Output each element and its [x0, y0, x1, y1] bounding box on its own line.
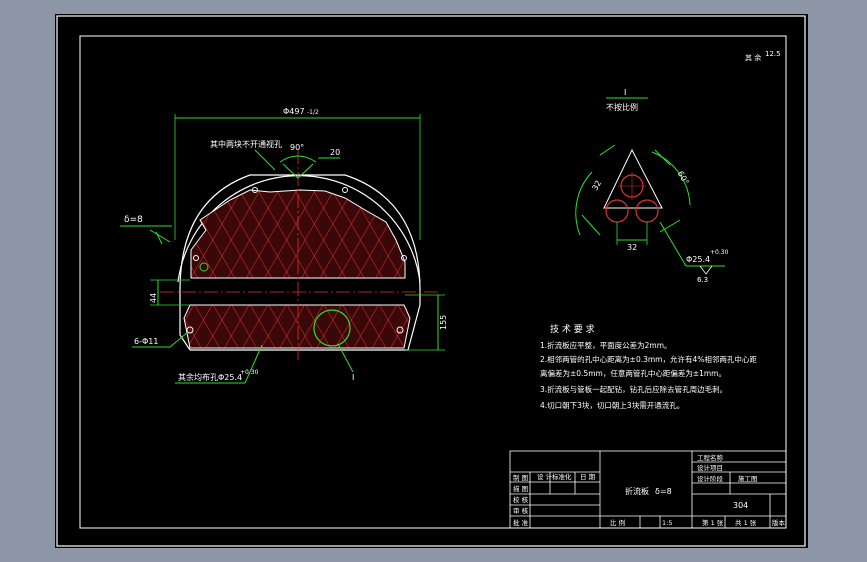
tb-label-miaotu: 描 图 — [513, 484, 528, 493]
req-3: 离偏差为±0.5mm，任意两管孔中心距偏差为±1mm。 — [540, 368, 726, 378]
requirements-title: 技 术 要 求 — [550, 323, 595, 335]
req-5: 4.切口朝下3块，切口朝上3块需开通流孔。 — [540, 400, 684, 410]
dim-20: 20 — [330, 148, 340, 157]
tb-r3b: 施工图 — [738, 474, 758, 483]
tb-biaozhun: 标准化 — [552, 472, 572, 481]
delta-label: δ=8 — [124, 215, 143, 225]
tb-r1: 工程名称 — [697, 453, 724, 462]
tb-scale-label: 比 例 — [610, 518, 625, 527]
tube-hole-label: 其余均布孔Φ25.4 — [178, 372, 242, 382]
cad-viewer: 其 余 12.5 I Φ497 -1/2 其中两块不开通视孔 90° 20 δ=… — [0, 0, 867, 562]
req-4: 3.折流板与管板一起配钻，钻孔后应除去管孔周边毛刺。 — [540, 384, 727, 394]
tb-r2: 设计项目 — [697, 463, 723, 472]
tb-riqi: 日 期 — [580, 473, 596, 481]
hole-small-label: 6-Φ11 — [134, 337, 158, 346]
main-width-suffix: -1/2 — [307, 109, 319, 116]
tb-label-zhitu: 制 图 — [513, 473, 528, 482]
req-2: 2.相邻两管的孔中心距离为±0.3mm，允许有4%相邻两孔中心距 — [540, 354, 757, 364]
corner-mark: 其 余 — [745, 53, 761, 62]
detail-hole: Φ25.4 — [686, 255, 710, 264]
detail-hole-rough: 6.3 — [697, 276, 708, 284]
req-1: 1.折流板应平整，平面度公差为2mm。 — [540, 340, 672, 350]
tb-jiaohe: 校 核 — [513, 495, 529, 504]
tb-r3: 设计阶段 — [697, 474, 724, 483]
dim-155: 155 — [439, 315, 448, 330]
tb-scale-value: 1:5 — [662, 519, 672, 527]
tb-sheet-total: 共 1 张 — [735, 518, 757, 527]
detail-label: I — [624, 88, 626, 97]
tb-part-delta: δ=8 — [655, 487, 672, 496]
angle-top: 90° — [290, 143, 304, 152]
tb-rev: 版本 — [772, 518, 786, 527]
detail-scale: 不按比例 — [606, 102, 638, 112]
tb-pizhun: 批 准 — [513, 518, 529, 527]
sheet-background — [55, 14, 808, 548]
main-width-dim: Φ497 — [283, 107, 305, 116]
tb-sheji: 设 计 — [537, 472, 553, 481]
tb-material: 304 — [733, 501, 748, 510]
tb-shenhe: 审 核 — [513, 506, 529, 515]
detail-dim-32b: 32 — [627, 243, 637, 252]
note-no-hole: 其中两块不开通视孔 — [210, 139, 282, 149]
dim-44: 44 — [149, 293, 158, 303]
leader-1: I — [352, 373, 354, 382]
tb-part-name: 折流板 — [625, 486, 649, 496]
corner-roughness: 12.5 — [765, 50, 781, 58]
detail-hole-tol: +0.30 — [710, 249, 729, 256]
drawing-canvas: 其 余 12.5 I Φ497 -1/2 其中两块不开通视孔 90° 20 δ=… — [55, 14, 808, 548]
tb-sheet-num: 第 1 张 — [702, 518, 724, 527]
